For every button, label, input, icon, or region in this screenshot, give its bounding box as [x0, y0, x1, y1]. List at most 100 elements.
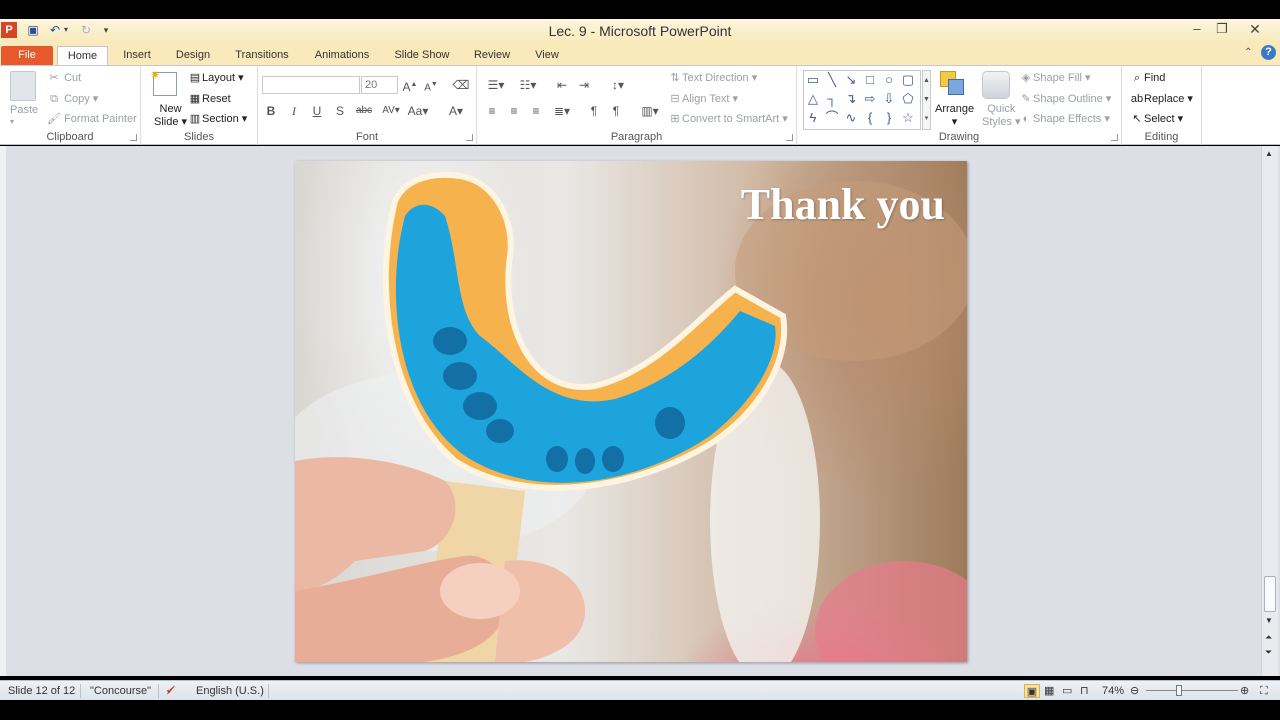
zoom-out-icon[interactable]: ⊖: [1130, 684, 1139, 698]
bullets-icon[interactable]: ☰▾: [483, 76, 509, 94]
replace-button[interactable]: abReplace ▾: [1130, 91, 1193, 107]
freeform-shape-icon[interactable]: ϟ: [805, 110, 821, 126]
layout-button[interactable]: ▤ Layout ▾: [188, 70, 244, 86]
copy-button[interactable]: ⧉ Copy ▾: [47, 91, 98, 107]
curve-shape-icon[interactable]: ∿: [843, 110, 859, 126]
italic-icon[interactable]: I: [285, 102, 303, 120]
font-color-icon[interactable]: A▾: [445, 102, 467, 120]
line-spacing-icon[interactable]: ↕▾: [605, 76, 631, 94]
shape-effects-button[interactable]: ◐ Shape Effects ▾: [1019, 111, 1110, 127]
reading-view-icon[interactable]: ▭: [1062, 684, 1072, 698]
quick-styles-button[interactable]: Quick Styles ▾: [982, 103, 1021, 128]
tab-home[interactable]: Home: [57, 46, 108, 65]
tab-transitions[interactable]: Transitions: [228, 46, 296, 65]
bold-icon[interactable]: B: [262, 102, 280, 120]
star-shape-icon[interactable]: ☆: [900, 110, 916, 126]
align-center-icon[interactable]: ≡: [505, 102, 523, 120]
shapes-gallery-scroll[interactable]: ▲ ▼ ▾: [922, 70, 931, 130]
drawing-launcher-icon[interactable]: [1111, 134, 1118, 141]
normal-view-icon[interactable]: ▣: [1024, 684, 1040, 698]
next-slide-icon[interactable]: ⏷: [1265, 647, 1272, 658]
arrange-button[interactable]: Arrange ▾: [935, 103, 974, 128]
slide-canvas[interactable]: Thank you: [295, 161, 967, 662]
elbow-arrow-shape-icon[interactable]: ↴: [843, 91, 859, 107]
triangle-shape-icon[interactable]: △: [805, 91, 821, 107]
paste-button[interactable]: Paste: [10, 104, 38, 116]
theme-name[interactable]: "Concourse": [90, 684, 151, 698]
line-shape-icon[interactable]: ╲: [824, 72, 840, 88]
underline-icon[interactable]: U: [308, 102, 326, 120]
font-name-combo[interactable]: [262, 76, 360, 94]
align-text-button[interactable]: ⊟ Align Text ▾: [668, 91, 738, 107]
fit-to-window-icon[interactable]: ⛶: [1260, 684, 1268, 698]
spell-check-icon[interactable]: ✔̸: [166, 684, 175, 698]
rtl-icon[interactable]: ¶: [607, 102, 625, 120]
align-left-icon[interactable]: ≡: [483, 102, 501, 120]
reset-button[interactable]: ▦ Reset: [188, 91, 231, 107]
zoom-level[interactable]: 74%: [1102, 684, 1124, 698]
arrow-line-shape-icon[interactable]: ↘: [843, 72, 859, 88]
ltr-icon[interactable]: ¶: [585, 102, 603, 120]
tab-slide-show[interactable]: Slide Show: [388, 46, 456, 65]
strikethrough-icon[interactable]: abc: [353, 102, 375, 120]
format-painter-button[interactable]: 🖌 Format Painter: [47, 111, 137, 127]
shape-fill-button[interactable]: ◈ Shape Fill ▾: [1019, 70, 1091, 86]
previous-slide-icon[interactable]: ⏶: [1265, 632, 1272, 643]
shapes-gallery[interactable]: ▭ ╲ ↘ □ ○ ▢ △ ┐ ↴ ⇨ ⇩ ⬠ ϟ ⌒ ∿ { } ☆: [803, 70, 921, 130]
slide-show-icon[interactable]: ⊓: [1080, 684, 1089, 698]
down-arrow-shape-icon[interactable]: ⇩: [881, 91, 897, 107]
shape-outline-button[interactable]: ✎ Shape Outline ▾: [1019, 91, 1111, 107]
vertical-scrollbar[interactable]: ▲ ▼ ⏶ ⏷: [1261, 146, 1278, 676]
justify-icon[interactable]: ≣▾: [549, 102, 575, 120]
change-case-icon[interactable]: Aa▾: [406, 102, 430, 120]
right-brace-shape-icon[interactable]: }: [881, 110, 897, 126]
arrange-icon[interactable]: [940, 71, 966, 97]
rectangle-shape-icon[interactable]: □: [862, 72, 878, 88]
restore-icon[interactable]: ❐: [1207, 19, 1237, 41]
minimize-ribbon-icon[interactable]: ⌃: [1244, 47, 1252, 58]
new-slide-button[interactable]: New Slide ▾: [154, 103, 187, 128]
font-launcher-icon[interactable]: [466, 134, 473, 141]
paragraph-launcher-icon[interactable]: [786, 134, 793, 141]
language[interactable]: English (U.S.): [196, 684, 264, 698]
tab-insert[interactable]: Insert: [116, 46, 158, 65]
quick-styles-icon[interactable]: [982, 71, 1010, 99]
oval-shape-icon[interactable]: ○: [881, 72, 897, 88]
elbow-connector-shape-icon[interactable]: ┐: [824, 91, 840, 107]
align-right-icon[interactable]: ≡: [527, 102, 545, 120]
shadow-icon[interactable]: S: [331, 102, 349, 120]
character-spacing-icon[interactable]: AV▾: [379, 102, 403, 120]
slide-sorter-icon[interactable]: ▦: [1044, 684, 1054, 698]
columns-icon[interactable]: ▥▾: [637, 102, 663, 120]
tab-view[interactable]: View: [528, 46, 566, 65]
cut-button[interactable]: ✂ Cut: [47, 70, 81, 86]
text-direction-button[interactable]: ⇅ Text Direction ▾: [668, 70, 757, 86]
zoom-slider-track[interactable]: [1146, 690, 1238, 691]
pentagon-shape-icon[interactable]: ⬠: [900, 91, 916, 107]
scroll-thumb[interactable]: [1264, 576, 1276, 612]
tab-file[interactable]: File: [1, 46, 53, 65]
decrease-indent-icon[interactable]: ⇤: [553, 76, 571, 94]
grow-font-icon[interactable]: A▲: [401, 76, 419, 94]
convert-smartart-button[interactable]: ⊞ Convert to SmartArt ▾: [668, 111, 787, 127]
close-icon[interactable]: ✕: [1240, 19, 1270, 41]
left-brace-shape-icon[interactable]: {: [862, 110, 878, 126]
select-button[interactable]: ↖ Select ▾: [1130, 111, 1183, 127]
font-size-combo[interactable]: 20: [361, 76, 398, 94]
arc-shape-icon[interactable]: ⌒: [824, 110, 840, 126]
paste-icon[interactable]: [10, 71, 36, 101]
section-button[interactable]: ▥ Section ▾: [188, 111, 247, 127]
tab-animations[interactable]: Animations: [307, 46, 377, 65]
tab-review[interactable]: Review: [467, 46, 517, 65]
numbering-icon[interactable]: ☷▾: [515, 76, 541, 94]
textbox-shape-icon[interactable]: ▭: [805, 72, 821, 88]
tab-design[interactable]: Design: [169, 46, 217, 65]
slide-title[interactable]: Thank you: [741, 179, 945, 230]
help-icon[interactable]: ?: [1261, 45, 1276, 60]
find-button[interactable]: ⌕ Find: [1130, 70, 1166, 86]
zoom-in-icon[interactable]: ⊕: [1240, 684, 1249, 698]
rounded-rect-shape-icon[interactable]: ▢: [900, 72, 916, 88]
scroll-down-icon[interactable]: ▼: [1265, 616, 1273, 625]
new-slide-icon[interactable]: ✷: [150, 68, 177, 96]
slide-counter[interactable]: Slide 12 of 12: [8, 684, 75, 698]
